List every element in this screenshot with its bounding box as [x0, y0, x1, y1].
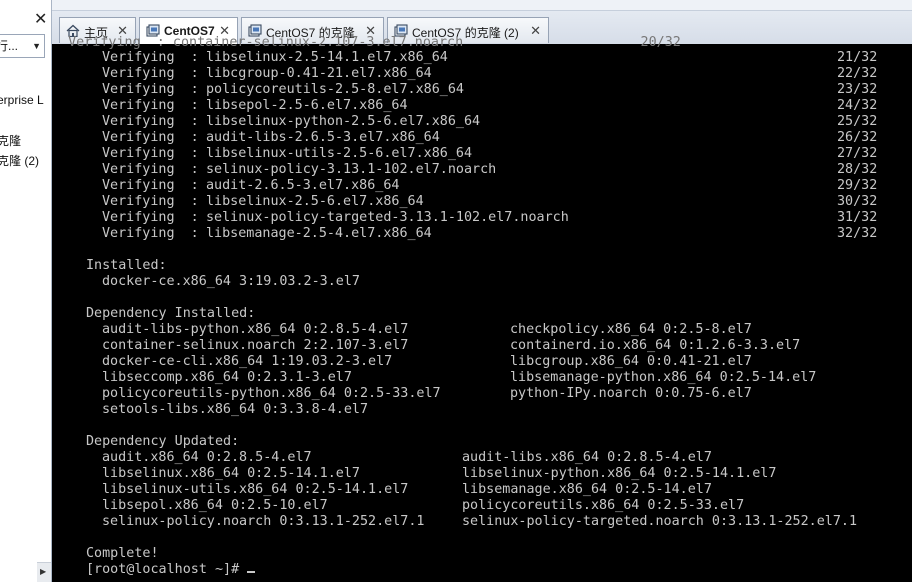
dep-installed-left: policycoreutils-python.x86_64 0:2.5-33.e… — [102, 386, 441, 401]
verifying-package: libsepol-2.5-6.el7.x86_64 — [206, 98, 408, 113]
verifying-count: 21/32 — [837, 50, 878, 65]
verifying-label: Verifying : — [102, 146, 199, 161]
dep-updated-left: libselinux-utils.x86_64 0:2.5-14.1.el7 — [102, 482, 409, 497]
verifying-package: audit-2.6.5-3.el7.x86_64 — [206, 178, 400, 193]
dep-installed-left: setools-libs.x86_64 0:3.3.8-4.el7 — [102, 402, 369, 417]
close-sidebar-icon[interactable]: ✕ — [34, 12, 47, 28]
library-filter-value: 行... — [0, 39, 19, 53]
verifying-label: Verifying : — [102, 50, 199, 65]
verifying-label: Verifying : — [102, 210, 199, 225]
library-filter-dropdown[interactable]: 行... ▼ — [0, 34, 45, 58]
dep-installed-right: python-IPy.noarch 0:0.75-6.el7 — [510, 386, 752, 401]
verifying-count: 23/32 — [837, 82, 878, 97]
dep-updated-left: libselinux.x86_64 0:2.5-14.1.el7 — [102, 466, 360, 481]
verifying-package: selinux-policy-targeted-3.13.1-102.el7.n… — [206, 210, 569, 225]
dep-updated-right: libselinux-python.x86_64 0:2.5-14.1.el7 — [462, 466, 777, 481]
verifying-label: Verifying : — [102, 130, 199, 145]
verifying-count: 22/32 — [837, 66, 878, 81]
dep-updated-right: libsemanage.x86_64 0:2.5-14.el7 — [462, 482, 712, 497]
verifying-package: libsemanage-2.5-4.el7.x86_64 — [206, 226, 432, 241]
verifying-count: 24/32 — [837, 98, 878, 113]
dep-updated-right: audit-libs.x86_64 0:2.8.5-4.el7 — [462, 450, 712, 465]
library-item-clone[interactable]: 克隆 — [0, 132, 21, 149]
verifying-label: Verifying : — [102, 178, 199, 193]
dep-installed-right: libsemanage-python.x86_64 0:2.5-14.el7 — [510, 370, 817, 385]
verifying-count: 30/32 — [837, 194, 878, 209]
prompt-text: [root@localhost ~]# — [86, 562, 248, 577]
verifying-package: libcgroup-0.41-21.el7.x86_64 — [206, 66, 432, 81]
complete-message: Complete! — [86, 546, 159, 561]
verifying-label: Verifying : — [102, 98, 199, 113]
sidebar-scrollbar[interactable]: ▶ — [37, 562, 51, 582]
verifying-count: 26/32 — [837, 130, 878, 145]
chevron-down-icon: ▼ — [32, 41, 41, 51]
verifying-label: Verifying : — [102, 114, 199, 129]
verifying-package: libselinux-utils-2.5-6.el7.x86_64 — [206, 146, 473, 161]
library-sidebar: ✕ 行... ▼ erprise L 克隆 克隆 (2) ▶ — [0, 0, 52, 582]
verifying-package: libselinux-2.5-14.1.el7.x86_64 — [206, 50, 448, 65]
dep-installed-right: containerd.io.x86_64 0:1.2.6-3.3.el7 — [510, 338, 801, 353]
scroll-right-icon: ▶ — [40, 567, 47, 576]
shell-prompt[interactable]: [root@localhost ~]# — [86, 562, 256, 578]
verifying-package: selinux-policy-3.13.1-102.el7.noarch — [206, 162, 497, 177]
verifying-count: 32/32 — [837, 226, 878, 241]
verifying-package: libselinux-python-2.5-6.el7.x86_64 — [206, 114, 481, 129]
verifying-count: 27/32 — [837, 146, 878, 161]
dependency-installed-header: Dependency Installed: — [86, 306, 256, 321]
library-item-clone-2[interactable]: 克隆 (2) — [0, 152, 39, 169]
dep-installed-left: docker-ce-cli.x86_64 1:19.03.2-3.el7 — [102, 354, 393, 369]
verifying-package: policycoreutils-2.5-8.el7.x86_64 — [206, 82, 464, 97]
verifying-count: 29/32 — [837, 178, 878, 193]
dep-installed-left: container-selinux.noarch 2:2.107-3.el7 — [102, 338, 409, 353]
verifying-count: 28/32 — [837, 162, 878, 177]
verifying-label: Verifying : — [102, 82, 199, 97]
dep-updated-right: policycoreutils.x86_64 0:2.5-33.el7 — [462, 498, 745, 513]
installed-package: docker-ce.x86_64 3:19.03.2-3.el7 — [102, 274, 360, 289]
partial-output-line: Verifying : container-selinux-2.107-3.el… — [52, 35, 681, 50]
library-item-enterprise-linux[interactable]: erprise L — [0, 93, 44, 107]
verifying-package: libselinux-2.5-6.el7.x86_64 — [206, 194, 424, 209]
verifying-label: Verifying : — [102, 162, 199, 177]
vm-console[interactable]: Verifying : container-selinux-2.107-3.el… — [52, 35, 912, 582]
dep-installed-right: libcgroup.x86_64 0:0.41-21.el7 — [510, 354, 752, 369]
toolbar-strip — [52, 0, 912, 11]
dep-installed-left: audit-libs-python.x86_64 0:2.8.5-4.el7 — [102, 322, 409, 337]
text-cursor — [247, 571, 256, 573]
dep-updated-left: libsepol.x86_64 0:2.5-10.el7 — [102, 498, 328, 513]
verifying-package: audit-libs-2.6.5-3.el7.x86_64 — [206, 130, 440, 145]
dep-installed-left: libseccomp.x86_64 0:2.3.1-3.el7 — [102, 370, 352, 385]
dep-updated-left: selinux-policy.noarch 0:3.13.1-252.el7.1 — [102, 514, 425, 529]
dep-updated-left: audit.x86_64 0:2.8.5-4.el7 — [102, 450, 312, 465]
verifying-label: Verifying : — [102, 194, 199, 209]
dep-updated-right: selinux-policy-targeted.noarch 0:3.13.1-… — [462, 514, 858, 529]
installed-header: Installed: — [86, 258, 167, 273]
verifying-label: Verifying : — [102, 66, 199, 81]
dep-installed-right: checkpolicy.x86_64 0:2.5-8.el7 — [510, 322, 752, 337]
verifying-count: 31/32 — [837, 210, 878, 225]
verifying-label: Verifying : — [102, 226, 199, 241]
verifying-count: 25/32 — [837, 114, 878, 129]
dependency-updated-header: Dependency Updated: — [86, 434, 240, 449]
